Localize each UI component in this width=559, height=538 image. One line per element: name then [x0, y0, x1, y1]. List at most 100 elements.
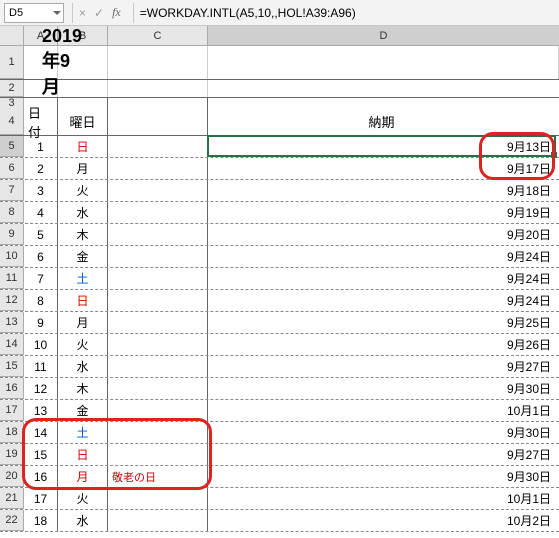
- row-header[interactable]: 8: [0, 202, 24, 223]
- cell-due[interactable]: 9月24日: [208, 268, 559, 289]
- cell-weekday[interactable]: 日: [58, 136, 108, 157]
- cell-weekday[interactable]: 月: [58, 466, 108, 487]
- cell-date[interactable]: 17: [24, 488, 58, 509]
- cell-weekday[interactable]: 日: [58, 290, 108, 311]
- row-header[interactable]: 4: [0, 108, 24, 135]
- header-blank[interactable]: [108, 108, 208, 135]
- cell-note[interactable]: [108, 378, 208, 399]
- cell-date[interactable]: 4: [24, 202, 58, 223]
- header-due[interactable]: 納期: [208, 108, 559, 135]
- cell-date[interactable]: 16: [24, 466, 58, 487]
- row-header[interactable]: 13: [0, 312, 24, 333]
- cell-due[interactable]: 9月30日: [208, 466, 559, 487]
- row-header[interactable]: 17: [0, 400, 24, 421]
- cell[interactable]: [208, 80, 559, 97]
- cell-due[interactable]: 9月19日: [208, 202, 559, 223]
- cell-due[interactable]: 9月30日: [208, 378, 559, 399]
- cell-note[interactable]: [108, 158, 208, 179]
- cell[interactable]: [58, 98, 108, 108]
- header-weekday[interactable]: 曜日: [58, 108, 108, 135]
- cell-note[interactable]: [108, 422, 208, 443]
- cell-note[interactable]: [108, 290, 208, 311]
- cell-note[interactable]: [108, 136, 208, 157]
- cell-due[interactable]: 10月2日: [208, 510, 559, 531]
- col-header-d[interactable]: D: [208, 26, 559, 45]
- cell-note[interactable]: [108, 202, 208, 223]
- cell-due[interactable]: 9月24日: [208, 290, 559, 311]
- cell-due[interactable]: 10月1日: [208, 488, 559, 509]
- cell-due[interactable]: 9月18日: [208, 180, 559, 201]
- cell-date[interactable]: 6: [24, 246, 58, 267]
- cell-note[interactable]: [108, 444, 208, 465]
- row-header[interactable]: 2: [0, 80, 24, 97]
- cell-note[interactable]: 敬老の日: [108, 466, 208, 487]
- cell-weekday[interactable]: 木: [58, 378, 108, 399]
- cell-date[interactable]: 7: [24, 268, 58, 289]
- cell-note[interactable]: [108, 312, 208, 333]
- cell-date[interactable]: 15: [24, 444, 58, 465]
- row-header[interactable]: 20: [0, 466, 24, 487]
- cell-due[interactable]: 9月30日: [208, 422, 559, 443]
- cell-weekday[interactable]: 木: [58, 224, 108, 245]
- formula-input[interactable]: =WORKDAY.INTL(A5,10,,HOL!A39:A96): [133, 3, 555, 23]
- cell-date[interactable]: 1: [24, 136, 58, 157]
- cell-weekday[interactable]: 月: [58, 158, 108, 179]
- cell[interactable]: [108, 46, 208, 79]
- row-header[interactable]: 19: [0, 444, 24, 465]
- cell-weekday[interactable]: 月: [58, 312, 108, 333]
- title-cell[interactable]: 2019年9月: [58, 46, 108, 79]
- cell-date[interactable]: 8: [24, 290, 58, 311]
- cell-note[interactable]: [108, 268, 208, 289]
- row-header[interactable]: 22: [0, 510, 24, 531]
- cell-date[interactable]: 13: [24, 400, 58, 421]
- col-header-c[interactable]: C: [108, 26, 208, 45]
- fx-icon[interactable]: fx: [112, 5, 121, 20]
- chevron-down-icon[interactable]: [53, 11, 61, 15]
- cell-note[interactable]: [108, 488, 208, 509]
- cell-weekday[interactable]: 土: [58, 422, 108, 443]
- row-header[interactable]: 14: [0, 334, 24, 355]
- cell-note[interactable]: [108, 400, 208, 421]
- cell-weekday[interactable]: 水: [58, 202, 108, 223]
- header-date[interactable]: 日付: [24, 108, 58, 135]
- cell-note[interactable]: [108, 224, 208, 245]
- row-header[interactable]: 9: [0, 224, 24, 245]
- cell[interactable]: [108, 80, 208, 97]
- cell-weekday[interactable]: 水: [58, 510, 108, 531]
- cell-date[interactable]: 5: [24, 224, 58, 245]
- cell-date[interactable]: 11: [24, 356, 58, 377]
- row-header[interactable]: 1: [0, 46, 24, 79]
- select-all-corner[interactable]: [0, 26, 24, 46]
- cell-due[interactable]: 9月27日: [208, 356, 559, 377]
- cell-weekday[interactable]: 土: [58, 268, 108, 289]
- row-header[interactable]: 10: [0, 246, 24, 267]
- cell-note[interactable]: [108, 334, 208, 355]
- cell-date[interactable]: 12: [24, 378, 58, 399]
- cell-due[interactable]: 9月17日: [208, 158, 559, 179]
- row-header[interactable]: 18: [0, 422, 24, 443]
- cell-weekday[interactable]: 金: [58, 400, 108, 421]
- cancel-icon[interactable]: ×: [79, 6, 86, 20]
- cell-due[interactable]: 9月20日: [208, 224, 559, 245]
- row-header[interactable]: 15: [0, 356, 24, 377]
- cell-due[interactable]: 9月27日: [208, 444, 559, 465]
- row-header[interactable]: 3: [0, 98, 24, 108]
- row-header[interactable]: 12: [0, 290, 24, 311]
- cell-due[interactable]: 9月13日: [208, 136, 559, 157]
- name-box[interactable]: D5: [4, 3, 64, 23]
- cell[interactable]: [108, 98, 208, 108]
- cell-date[interactable]: 10: [24, 334, 58, 355]
- cell-weekday[interactable]: 金: [58, 246, 108, 267]
- row-header[interactable]: 7: [0, 180, 24, 201]
- row-header[interactable]: 21: [0, 488, 24, 509]
- cell[interactable]: [208, 46, 559, 79]
- cell-weekday[interactable]: 火: [58, 488, 108, 509]
- cell-date[interactable]: 14: [24, 422, 58, 443]
- row-header[interactable]: 6: [0, 158, 24, 179]
- cell[interactable]: [208, 98, 559, 108]
- cell-weekday[interactable]: 火: [58, 334, 108, 355]
- cell-due[interactable]: 10月1日: [208, 400, 559, 421]
- cell-note[interactable]: [108, 180, 208, 201]
- cell-date[interactable]: 18: [24, 510, 58, 531]
- cell-weekday[interactable]: 火: [58, 180, 108, 201]
